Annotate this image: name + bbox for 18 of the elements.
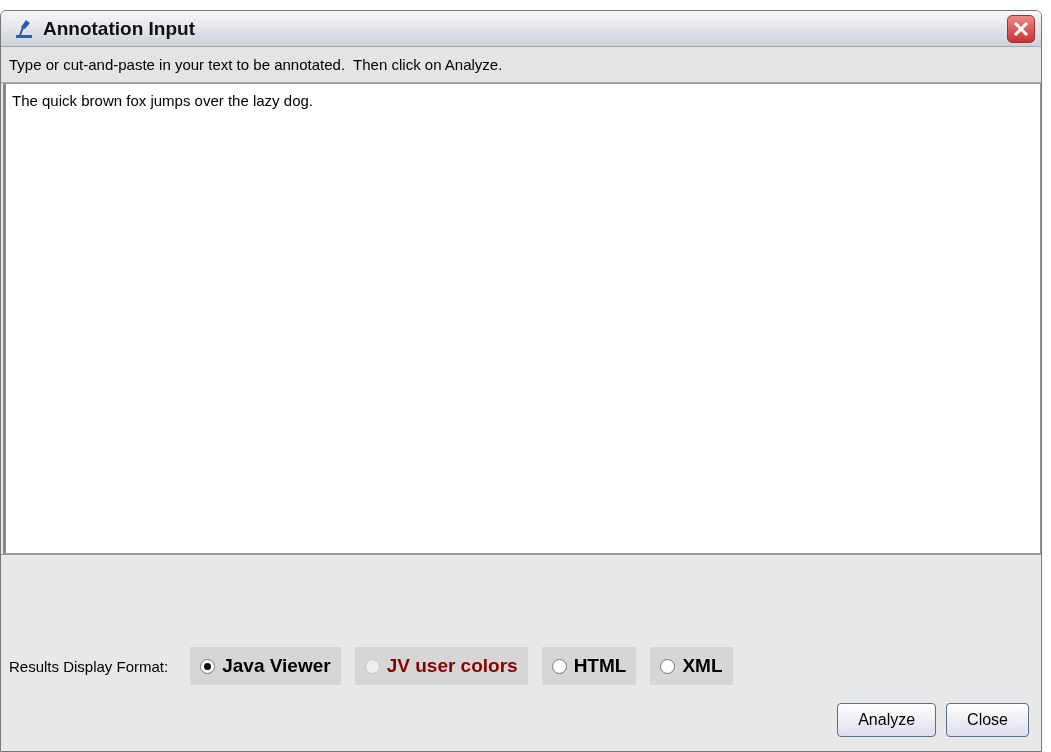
instructions-text: Type or cut-and-paste in your text to be annotated. Then click on Analyze. (1, 47, 1041, 83)
window-title: Annotation Input (43, 17, 196, 40)
option-label: HTML (573, 655, 627, 677)
format-radio-option[interactable]: HTML (541, 647, 637, 685)
dialog-button[interactable]: Close (946, 703, 1029, 737)
radio-button[interactable] (551, 658, 567, 674)
option-label: JV user colors (386, 655, 518, 677)
option-label: XML (682, 655, 723, 677)
dialog-button[interactable]: Analyze (837, 703, 937, 737)
format-label: Results Display Format: (9, 657, 169, 675)
radio-button[interactable] (200, 658, 216, 674)
radio-button[interactable] (660, 658, 676, 674)
format-radio-option[interactable]: XML (650, 647, 733, 685)
text-input-area[interactable]: The quick brown fox jumps over the lazy dog. (3, 83, 1041, 554)
close-icon (1012, 19, 1030, 38)
close-button[interactable] (1007, 14, 1035, 43)
option-label: Java Viewer (222, 655, 331, 677)
format-radio-option[interactable]: Java Viewer (190, 647, 341, 685)
